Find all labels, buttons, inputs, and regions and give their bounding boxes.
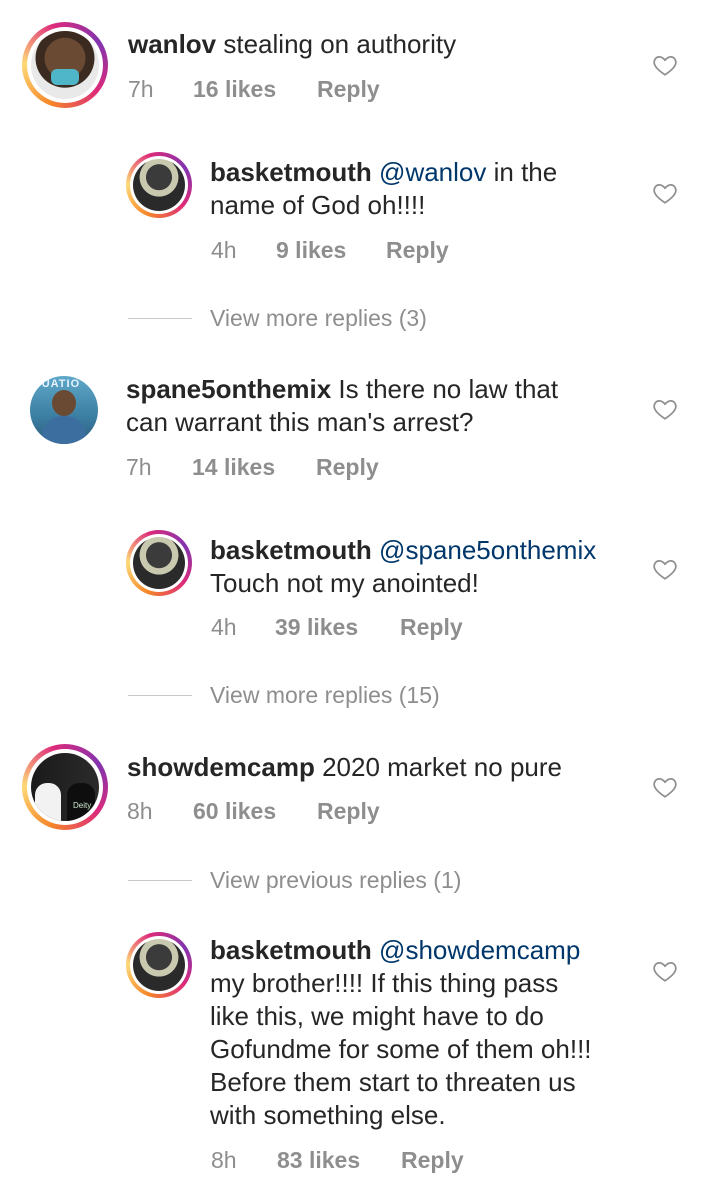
comment-text: can warrant this man's arrest? — [126, 407, 474, 437]
reply-basketmouth-2: basketmouth @spane5onthemix Touch not my… — [0, 520, 720, 660]
comment-username[interactable]: basketmouth — [210, 157, 372, 187]
heart-outline-icon[interactable] — [652, 180, 678, 206]
view-more-replies[interactable]: View more replies (15) — [128, 682, 440, 709]
avatar-spane5onthemix[interactable]: TUATIO — [30, 376, 98, 444]
comment-likes[interactable]: 16 likes — [193, 76, 317, 103]
mention-link[interactable]: @wanlov — [379, 157, 486, 187]
reply-button[interactable]: Reply — [386, 237, 449, 264]
reply-basketmouth-1: basketmouth @wanlov in the name of God o… — [0, 140, 720, 280]
comment-text: in the — [493, 157, 558, 187]
comment-time: 4h — [211, 237, 237, 263]
avatar-showdemcamp[interactable]: Deity — [31, 753, 99, 821]
heart-outline-icon[interactable] — [652, 774, 678, 800]
comment-text: Is there no law that — [338, 374, 559, 404]
reply-button[interactable]: Reply — [401, 1147, 464, 1174]
divider — [128, 695, 192, 696]
avatar-basketmouth[interactable] — [133, 537, 185, 589]
comment-text-line: Gofundme for some of them oh!!! — [210, 1034, 592, 1064]
reply-button[interactable]: Reply — [317, 76, 380, 103]
comment-text-line: with something else. — [210, 1100, 446, 1130]
comment-likes[interactable]: 9 likes — [276, 237, 386, 264]
comment-text: Touch not my anointed! — [210, 568, 479, 598]
comment-text: name of God oh!!!! — [210, 190, 426, 220]
view-previous-replies[interactable]: View previous replies (1) — [128, 867, 461, 894]
comment-time: 7h — [126, 454, 152, 480]
comment-username[interactable]: basketmouth — [210, 935, 372, 965]
comment-likes[interactable]: 39 likes — [275, 614, 400, 641]
comment-username[interactable]: showdemcamp — [127, 752, 315, 782]
comment-likes[interactable]: 83 likes — [277, 1147, 401, 1174]
comment-time: 8h — [127, 798, 153, 824]
avatar-text: TUATIO — [34, 378, 81, 390]
reply-basketmouth-3: basketmouth @showdemcamp my brother!!!! … — [0, 920, 720, 1201]
comment-likes[interactable]: 14 likes — [192, 454, 316, 481]
comment-text: 2020 market no pure — [322, 752, 562, 782]
comment-time: 7h — [128, 76, 154, 102]
comment-username[interactable]: spane5onthemix — [126, 374, 331, 404]
comment-time: 4h — [211, 614, 237, 640]
comment-text-line: like this, we might have to do — [210, 1001, 544, 1031]
mention-link[interactable]: @spane5onthemix — [379, 535, 596, 565]
comment-time: 8h — [211, 1147, 237, 1173]
heart-outline-icon[interactable] — [652, 556, 678, 582]
divider — [128, 318, 192, 319]
avatar-wanlov[interactable] — [31, 31, 99, 99]
comment-text-line: my brother!!!! If this thing pass — [210, 968, 559, 998]
heart-outline-icon[interactable] — [652, 52, 678, 78]
comment-spane5onthemix: TUATIO spane5onthemix Is there no law th… — [0, 360, 720, 490]
avatar-basketmouth[interactable] — [133, 159, 185, 211]
comment-showdemcamp: Deity showdemcamp 2020 market no pure 8h… — [0, 740, 720, 860]
heart-outline-icon[interactable] — [652, 958, 678, 984]
comment-username[interactable]: wanlov — [128, 29, 216, 59]
avatar-text: Deity — [73, 801, 92, 810]
reply-button[interactable]: Reply — [316, 454, 379, 481]
comment-username[interactable]: basketmouth — [210, 535, 372, 565]
comment-likes[interactable]: 60 likes — [193, 798, 317, 825]
heart-outline-icon[interactable] — [652, 396, 678, 422]
view-more-replies[interactable]: View more replies (3) — [128, 305, 427, 332]
divider — [128, 880, 192, 881]
comment-text-line: Before them start to threaten us — [210, 1067, 576, 1097]
avatar-basketmouth[interactable] — [133, 939, 185, 991]
reply-button[interactable]: Reply — [317, 798, 380, 825]
reply-button[interactable]: Reply — [400, 614, 463, 641]
mention-link[interactable]: @showdemcamp — [379, 935, 580, 965]
comment-wanlov: wanlov stealing on authority 7h 16 likes… — [0, 0, 720, 130]
comment-text: stealing on authority — [223, 29, 457, 59]
